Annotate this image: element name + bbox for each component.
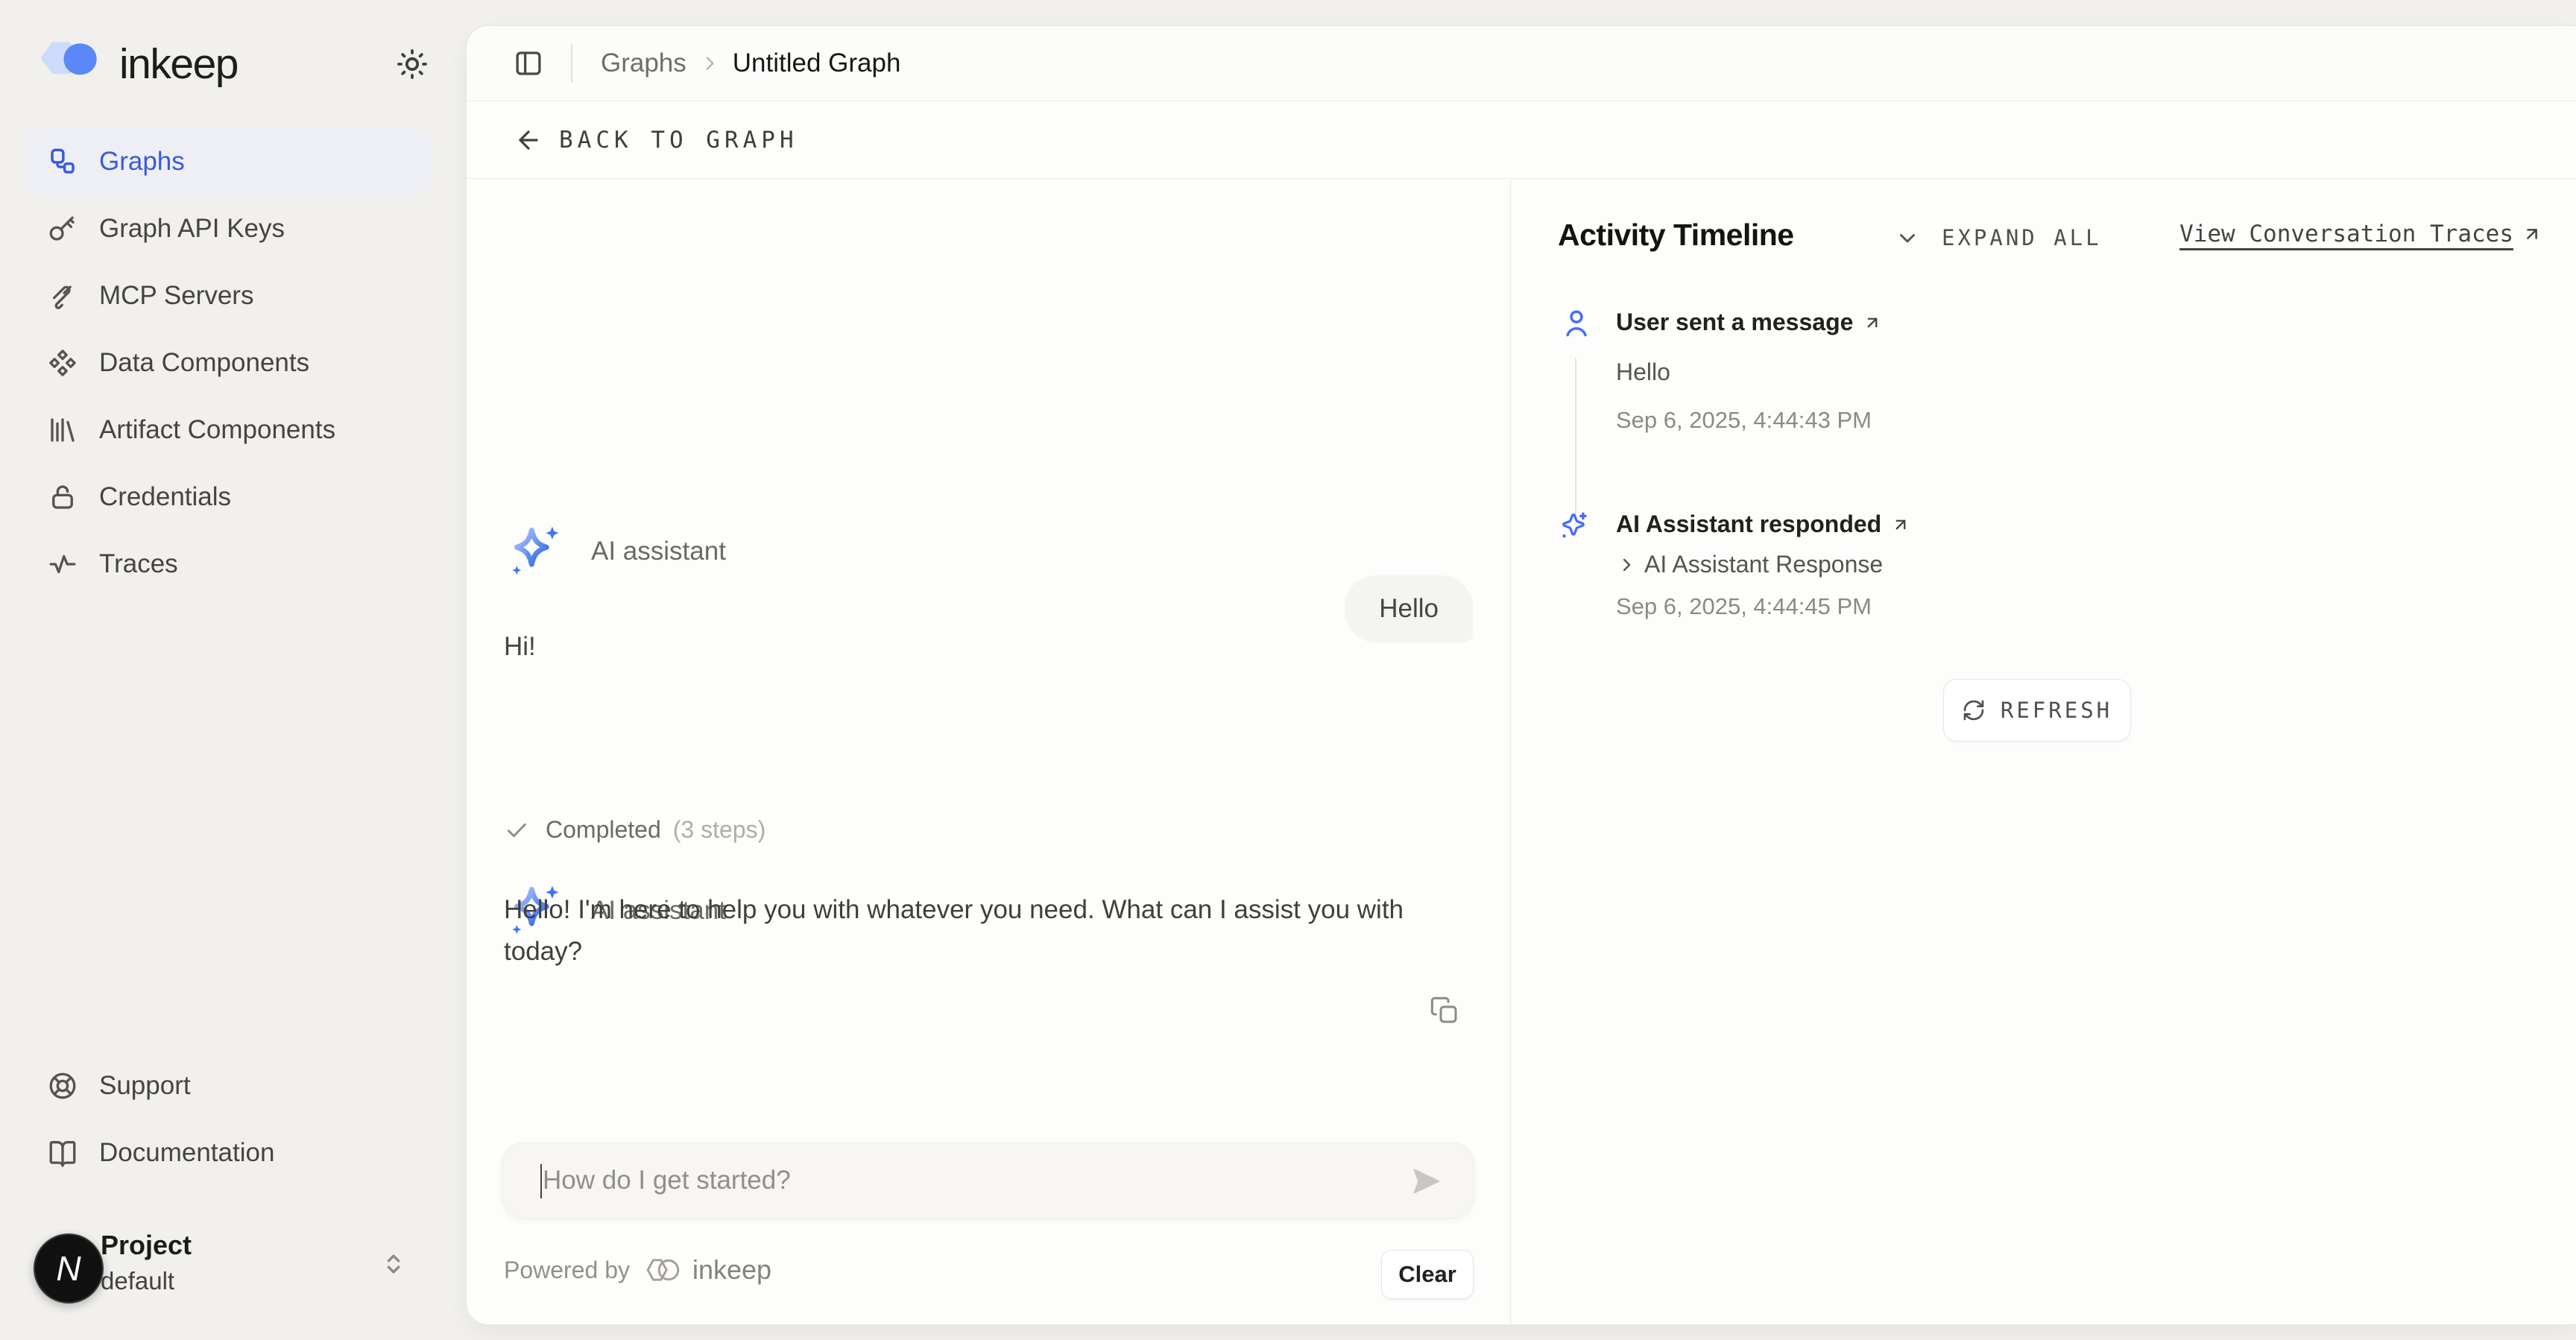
clear-button[interactable]: Clear	[1381, 1250, 1474, 1299]
status-steps: (3 steps)	[673, 816, 765, 844]
inkeep-logo-icon	[39, 37, 109, 91]
sidebar-item-label: MCP Servers	[99, 281, 253, 311]
life-buoy-icon	[47, 1070, 78, 1102]
assistant-greeting: Hi!	[504, 632, 536, 662]
back-to-graph-label: BACK TO GRAPH	[559, 127, 798, 154]
refresh-button[interactable]: REFRESH	[1943, 679, 2131, 742]
timeline-event-title[interactable]: User sent a message	[1616, 309, 1883, 336]
theme-toggle-button[interactable]	[394, 46, 430, 82]
expand-all-button[interactable]: EXPAND ALL	[1942, 225, 2102, 250]
powered-by-text: Powered by	[504, 1257, 630, 1284]
sparkles-avatar-icon	[502, 522, 570, 581]
timeline-event-timestamp: Sep 6, 2025, 4:44:43 PM	[1616, 407, 1872, 434]
sidebar-item-label: Credentials	[99, 482, 231, 512]
inkeep-mark-icon	[642, 1255, 685, 1285]
sidebar-item-label: Support	[99, 1071, 191, 1101]
sun-icon	[394, 46, 430, 82]
arrow-up-right-icon	[2521, 223, 2543, 245]
timeline-event-timestamp: Sep 6, 2025, 4:44:45 PM	[1616, 593, 1872, 620]
timeline-connector	[1575, 358, 1576, 516]
chevrons-up-down-icon	[379, 1249, 408, 1279]
timeline-response-toggle[interactable]: AI Assistant Response	[1616, 551, 1883, 578]
mcp-icon	[47, 280, 78, 312]
sidebar-item-label: Graphs	[99, 147, 185, 177]
chat-input-box	[502, 1143, 1474, 1219]
sidebar-item-data-components[interactable]: Data Components	[25, 329, 432, 396]
powered-by-brand: inkeep	[692, 1254, 771, 1286]
activity-icon	[47, 549, 78, 580]
check-icon	[504, 818, 529, 843]
lock-icon	[47, 481, 78, 513]
inkeep-logo-text: inkeep	[119, 39, 238, 89]
chat-panel: AI assistant Hi! Hello AI assistant Comp…	[467, 179, 1511, 1324]
refresh-icon	[1962, 698, 1986, 722]
sidebar-item-support[interactable]: Support	[25, 1052, 432, 1119]
timeline-title: Activity Timeline	[1558, 218, 1794, 253]
status-label: Completed	[546, 816, 661, 844]
chat-input[interactable]	[543, 1143, 1400, 1218]
sidebar-item-label: Artifact Components	[99, 415, 335, 445]
chevron-right-icon	[1616, 554, 1637, 575]
header-divider	[571, 44, 572, 83]
text-cursor	[540, 1164, 542, 1198]
assistant-message-header: AI assistant	[502, 522, 726, 581]
sidebar-item-documentation[interactable]: Documentation	[25, 1119, 432, 1186]
sidebar-item-artifact-components[interactable]: Artifact Components	[25, 396, 432, 464]
send-icon	[1409, 1165, 1442, 1198]
timeline-event-body: Hello	[1616, 358, 1670, 386]
nextjs-letter: N	[56, 1248, 80, 1289]
arrow-up-right-icon	[1890, 514, 1911, 535]
sidebar-item-mcp-servers[interactable]: MCP Servers	[25, 262, 432, 329]
send-button[interactable]	[1409, 1165, 1442, 1198]
chevron-right-icon	[698, 52, 721, 75]
content-row: AI assistant Hi! Hello AI assistant Comp…	[467, 179, 2576, 1324]
workflow-icon	[47, 146, 78, 177]
sidebar-item-label: Data Components	[99, 348, 309, 378]
breadcrumb-section[interactable]: Graphs	[601, 48, 686, 78]
arrow-up-right-icon	[1862, 312, 1883, 333]
sidebar-item-graph-api-keys[interactable]: Graph API Keys	[25, 195, 432, 262]
sidebar: inkeep Graphs Graph API Keys	[0, 0, 466, 1340]
assistant-label: AI assistant	[591, 537, 726, 566]
breadcrumb-page: Untitled Graph	[733, 48, 901, 78]
project-name: Project	[101, 1230, 192, 1261]
library-icon	[47, 414, 78, 446]
view-conversation-traces-link[interactable]: View Conversation Traces	[2179, 221, 2543, 247]
book-open-icon	[47, 1137, 78, 1169]
sparkles-icon	[1557, 510, 1590, 543]
timeline-event-title[interactable]: AI Assistant responded	[1616, 511, 1911, 538]
component-icon	[47, 347, 78, 379]
nextjs-dev-badge[interactable]: N	[34, 1233, 104, 1303]
main-card: Graphs Untitled Graph BACK TO GRAPH	[466, 25, 2576, 1325]
arrow-left-icon	[514, 126, 543, 154]
view-traces-label: View Conversation Traces	[2179, 221, 2513, 247]
sidebar-item-traces[interactable]: Traces	[25, 531, 432, 598]
activity-timeline-panel: Activity Timeline EXPAND ALL View Conver…	[1511, 179, 2576, 1324]
powered-by[interactable]: Powered by inkeep	[504, 1254, 771, 1286]
breadcrumb: Graphs Untitled Graph	[601, 48, 900, 78]
sidebar-footer-nav: Support Documentation	[25, 1052, 432, 1186]
assistant-response-text: Hello! I'm here to help you with whateve…	[504, 889, 1484, 973]
sidebar-nav: Graphs Graph API Keys MCP Servers	[25, 128, 432, 598]
sidebar-item-credentials[interactable]: Credentials	[25, 464, 432, 531]
inkeep-logo[interactable]: inkeep	[39, 33, 434, 95]
back-to-graph-link[interactable]: BACK TO GRAPH	[467, 101, 2576, 179]
sidebar-item-label: Graph API Keys	[99, 214, 285, 244]
panel-left-icon[interactable]	[513, 48, 544, 79]
breadcrumb-header: Graphs Untitled Graph	[467, 26, 2576, 101]
refresh-label: REFRESH	[2001, 698, 2112, 723]
user-message-bubble: Hello	[1345, 575, 1473, 642]
project-subtitle: default	[101, 1267, 174, 1295]
user-icon	[1560, 307, 1593, 340]
clear-button-label: Clear	[1398, 1261, 1456, 1288]
copy-button[interactable]	[1430, 996, 1459, 1025]
copy-icon	[1430, 996, 1459, 1025]
user-message-text: Hello	[1379, 594, 1439, 624]
completion-status[interactable]: Completed (3 steps)	[504, 816, 765, 844]
key-icon	[47, 213, 78, 244]
sidebar-item-label: Traces	[99, 549, 178, 579]
sidebar-item-label: Documentation	[99, 1138, 274, 1168]
chevron-down-icon[interactable]	[1895, 225, 1920, 250]
sidebar-item-graphs[interactable]: Graphs	[25, 128, 432, 195]
